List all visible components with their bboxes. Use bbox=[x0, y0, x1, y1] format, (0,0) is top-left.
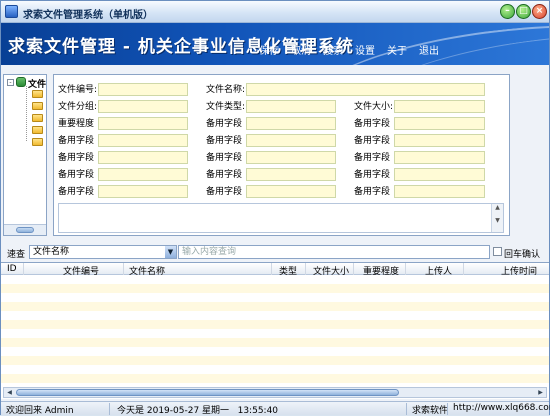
menu-exit[interactable]: 退出 bbox=[419, 42, 439, 57]
tree-root-label: 文件 bbox=[28, 80, 47, 90]
spare-field-input[interactable] bbox=[98, 185, 188, 198]
file-type-input[interactable] bbox=[246, 100, 336, 113]
file-detail-form: 文件编号: 文件名称: 文件分组: 文件类型: 文件大小: 重要程度 备用字段 … bbox=[53, 74, 510, 236]
maximize-button[interactable]: □ bbox=[516, 4, 531, 19]
spare-field-input[interactable] bbox=[394, 185, 485, 198]
spare-field-input[interactable] bbox=[98, 151, 188, 164]
spare-field-input[interactable] bbox=[246, 151, 336, 164]
label-file-number: 文件编号: bbox=[58, 85, 98, 95]
minimize-icon: – bbox=[505, 6, 510, 16]
label-spare-field: 备用字段 bbox=[354, 136, 391, 146]
label-spare-field: 备用字段 bbox=[58, 170, 95, 180]
label-spare-field: 备用字段 bbox=[354, 170, 391, 180]
top-menu: 保存 取消 搜索 设置 关于 退出 bbox=[259, 42, 451, 57]
label-spare-field: 备用字段 bbox=[206, 187, 243, 197]
enter-confirm-checkbox[interactable] bbox=[493, 247, 502, 256]
menu-save[interactable]: 保存 bbox=[259, 42, 279, 57]
window-title: 求索文件管理系统（单机版） bbox=[23, 10, 153, 21]
search-field-select[interactable]: 文件名称 ▼ bbox=[29, 245, 177, 259]
label-spare-field: 备用字段 bbox=[354, 119, 391, 129]
scrollbar-thumb[interactable] bbox=[16, 227, 34, 233]
file-number-input[interactable] bbox=[98, 83, 188, 96]
folder-icon[interactable] bbox=[32, 90, 43, 98]
quick-search-label: 速查 bbox=[7, 250, 26, 260]
spare-field-input[interactable] bbox=[394, 117, 485, 130]
database-icon bbox=[16, 77, 26, 87]
app-icon bbox=[5, 5, 18, 18]
menu-cancel[interactable]: 取消 bbox=[291, 42, 311, 57]
label-spare-field: 备用字段 bbox=[354, 187, 391, 197]
spare-field-input[interactable] bbox=[246, 168, 336, 181]
minimize-button[interactable]: – bbox=[500, 4, 515, 19]
label-spare-field: 备用字段 bbox=[206, 136, 243, 146]
spare-field-input[interactable] bbox=[246, 134, 336, 147]
label-file-type: 文件类型: bbox=[206, 102, 246, 112]
label-spare-field: 备用字段 bbox=[206, 119, 243, 129]
scroll-left-icon[interactable]: ◀ bbox=[5, 389, 14, 397]
spare-field-input[interactable] bbox=[394, 151, 485, 164]
search-field-value: 文件名称 bbox=[33, 247, 70, 257]
spare-field-input[interactable] bbox=[98, 168, 188, 181]
spare-field-input[interactable] bbox=[394, 134, 485, 147]
tree-horizontal-scrollbar[interactable] bbox=[4, 224, 46, 235]
table-header: ID 文件编号 文件名称 类型 文件大小 重要程度 上传人 上传时间 bbox=[1, 263, 549, 277]
label-file-group: 文件分组: bbox=[58, 102, 98, 112]
folder-icon[interactable] bbox=[32, 126, 43, 134]
file-name-input[interactable] bbox=[246, 83, 485, 96]
label-spare-field: 备用字段 bbox=[206, 170, 243, 180]
close-button[interactable]: × bbox=[532, 4, 547, 19]
label-file-size: 文件大小: bbox=[354, 102, 394, 112]
menu-about[interactable]: 关于 bbox=[387, 42, 407, 57]
search-input[interactable]: 输入内容查询 bbox=[178, 245, 490, 259]
status-bar: 欢迎回来 Admin 今天是 2019-05-27 星期一 13:55:40 求… bbox=[1, 401, 550, 416]
label-spare-field: 备用字段 bbox=[354, 153, 391, 163]
label-file-name: 文件名称: bbox=[206, 85, 246, 95]
scrollbar-thumb[interactable] bbox=[16, 389, 399, 396]
tree-connector-line bbox=[26, 86, 27, 141]
chevron-down-icon[interactable]: ▼ bbox=[165, 246, 176, 258]
file-group-input[interactable] bbox=[98, 100, 188, 113]
scroll-down-icon[interactable]: ▼ bbox=[492, 217, 503, 224]
status-datetime: 今天是 2019-05-27 星期一 13:55:40 bbox=[117, 406, 279, 416]
label-spare-field: 备用字段 bbox=[58, 187, 95, 197]
app-window: 求索文件管理系统（单机版） – □ × 求索文件管理 - 机关企事业信息化管理系… bbox=[0, 0, 550, 416]
scroll-right-icon[interactable]: ▶ bbox=[536, 389, 545, 397]
spare-field-input[interactable] bbox=[246, 185, 336, 198]
status-url[interactable]: http://www.xlq668.com bbox=[453, 403, 550, 413]
close-icon: × bbox=[535, 6, 544, 16]
column-header-id[interactable]: ID bbox=[7, 264, 17, 274]
scroll-up-icon[interactable]: ▲ bbox=[492, 204, 503, 211]
label-spare-field: 备用字段 bbox=[206, 153, 243, 163]
label-importance: 重要程度 bbox=[58, 119, 95, 129]
notes-textarea[interactable]: ▲ ▼ bbox=[58, 203, 504, 233]
label-spare-field: 备用字段 bbox=[58, 136, 95, 146]
status-vendor: 求索软件 bbox=[412, 406, 449, 416]
spare-field-input[interactable] bbox=[98, 134, 188, 147]
title-bar[interactable]: 求索文件管理系统（单机版） – □ × bbox=[1, 1, 549, 23]
label-spare-field: 备用字段 bbox=[58, 153, 95, 163]
header-banner: 求索文件管理 - 机关企事业信息化管理系统 保存 取消 搜索 设置 关于 退出 bbox=[1, 23, 549, 65]
menu-settings[interactable]: 设置 bbox=[355, 42, 375, 57]
file-size-input[interactable] bbox=[394, 100, 485, 113]
folder-icon[interactable] bbox=[32, 114, 43, 122]
collapse-icon[interactable]: - bbox=[7, 79, 14, 86]
maximize-icon: □ bbox=[519, 6, 528, 16]
importance-input[interactable] bbox=[98, 117, 188, 130]
spare-field-input[interactable] bbox=[246, 117, 336, 130]
notes-scrollbar[interactable]: ▲ ▼ bbox=[491, 204, 503, 232]
folder-icon[interactable] bbox=[32, 138, 43, 146]
enter-confirm-label: 回车确认 bbox=[504, 250, 541, 260]
table-horizontal-scrollbar[interactable]: ◀ ▶ bbox=[3, 387, 547, 398]
spare-field-input[interactable] bbox=[394, 168, 485, 181]
table-rows[interactable] bbox=[1, 275, 549, 387]
folder-icon[interactable] bbox=[32, 102, 43, 110]
quick-search-bar: 速查 文件名称 ▼ 输入内容查询 回车确认 bbox=[1, 244, 549, 261]
status-welcome: 欢迎回来 Admin bbox=[6, 406, 74, 416]
menu-search[interactable]: 搜索 bbox=[323, 42, 343, 57]
folder-tree[interactable]: - 文件 bbox=[3, 74, 47, 236]
file-list-table[interactable]: ID 文件编号 文件名称 类型 文件大小 重要程度 上传人 上传时间 ◀ ▶ bbox=[1, 262, 549, 399]
